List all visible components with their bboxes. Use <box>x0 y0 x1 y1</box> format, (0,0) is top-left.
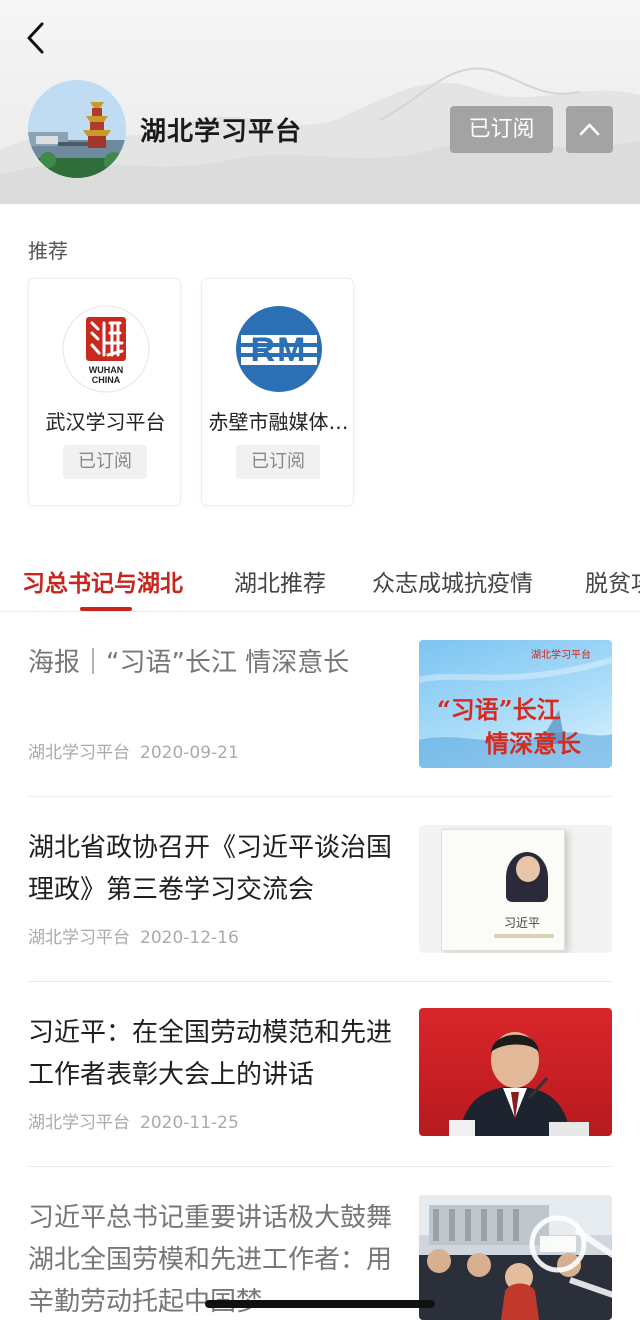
divider <box>28 796 612 797</box>
article-title: 习近平：在全国劳动模范和先进工作者表彰大会上的讲话 <box>28 1018 393 1090</box>
article-source: 湖北学习平台 <box>28 1113 130 1133</box>
channel-header: 湖北学习平台 已订阅 <box>0 0 640 204</box>
chevron-up-icon <box>579 123 600 136</box>
tab-fight-epidemic[interactable]: 众志成城抗疫情 <box>372 564 533 598</box>
channel-avatar <box>28 80 126 178</box>
yellow-crane-tower-image <box>28 80 126 178</box>
article-source: 湖北学习平台 <box>28 928 130 948</box>
article-date: 2020-11-25 <box>140 1113 239 1133</box>
article-thumbnail: 习近平 <box>419 825 612 953</box>
tab-poverty-alleviation[interactable]: 脱贫攻 <box>585 564 640 598</box>
thumb-badge: 湖北学习平台 <box>531 650 591 661</box>
channel-title: 湖北学习平台 <box>140 117 303 147</box>
collapse-button[interactable] <box>566 106 613 153</box>
chevron-left-icon <box>27 22 44 54</box>
home-indicator[interactable] <box>205 1300 435 1308</box>
article-title: 湖北省政协召开《习近平谈治国理政》第三卷学习交流会 <box>28 833 393 905</box>
recommend-card-chibi[interactable]: RM 赤壁市融媒体… 已订阅 <box>201 278 354 506</box>
wuhan-logo-text: WUHAN CHINA <box>88 365 124 385</box>
wuhan-logo: WUHAN CHINA <box>62 305 150 393</box>
book-title: 习近平 <box>504 916 541 930</box>
thumb-line-2: 情深意长 <box>485 729 581 758</box>
article-date: 2020-09-21 <box>140 743 239 763</box>
article-meta: 湖北学习平台 2020-11-25 <box>28 1108 239 1133</box>
back-button[interactable] <box>18 18 54 58</box>
article-item[interactable]: 习近平：在全国劳动模范和先进工作者表彰大会上的讲话 湖北学习平台 2020-11-… <box>0 1008 640 1162</box>
article-thumbnail <box>419 1008 612 1136</box>
active-tab-indicator <box>80 607 132 611</box>
speaker-photo <box>449 1032 589 1136</box>
recommend-subscribed-button[interactable]: 已订阅 <box>63 445 147 479</box>
tab-xi-and-hubei[interactable]: 习总书记与湖北 <box>22 564 183 598</box>
recommend-subscribed-button[interactable]: 已订阅 <box>236 445 320 479</box>
article-thumbnail: 湖北学习平台 “习语”长江 情深意长 <box>419 640 612 768</box>
article-item[interactable]: 海报｜“习语”长江 情深意长 湖北学习平台 2020-09-21 湖北学习平台 “… <box>0 640 640 792</box>
article-meta: 湖北学习平台 2020-12-16 <box>28 923 239 948</box>
divider <box>28 981 612 982</box>
watermark-logo <box>520 1200 630 1310</box>
recommend-card-wuhan[interactable]: WUHAN CHINA 武汉学习平台 已订阅 <box>28 278 181 506</box>
recommend-name: 赤壁市融媒体… <box>208 410 349 434</box>
recommend-label: 推荐 <box>28 239 68 263</box>
article-title: 海报｜“习语”长江 情深意长 <box>28 648 350 678</box>
chibi-logo-text: RM <box>250 331 308 369</box>
tab-hubei-recommend[interactable]: 湖北推荐 <box>234 564 326 598</box>
article-meta: 湖北学习平台 2020-09-21 <box>28 738 239 763</box>
chibi-rm-logo: RM <box>235 305 323 393</box>
article-source: 湖北学习平台 <box>28 743 130 763</box>
book-cover: 习近平 <box>441 829 565 951</box>
category-tabs: 习总书记与湖北 湖北推荐 众志成城抗疫情 脱贫攻 <box>0 550 640 612</box>
recommend-name: 武汉学习平台 <box>45 410 166 434</box>
article-date: 2020-12-16 <box>140 928 239 948</box>
subscribed-button[interactable]: 已订阅 <box>450 106 553 153</box>
divider <box>28 1166 612 1167</box>
thumb-line-1: “习语”长江 <box>437 695 561 724</box>
article-item[interactable]: 湖北省政协召开《习近平谈治国理政》第三卷学习交流会 湖北学习平台 2020-12-… <box>0 825 640 977</box>
